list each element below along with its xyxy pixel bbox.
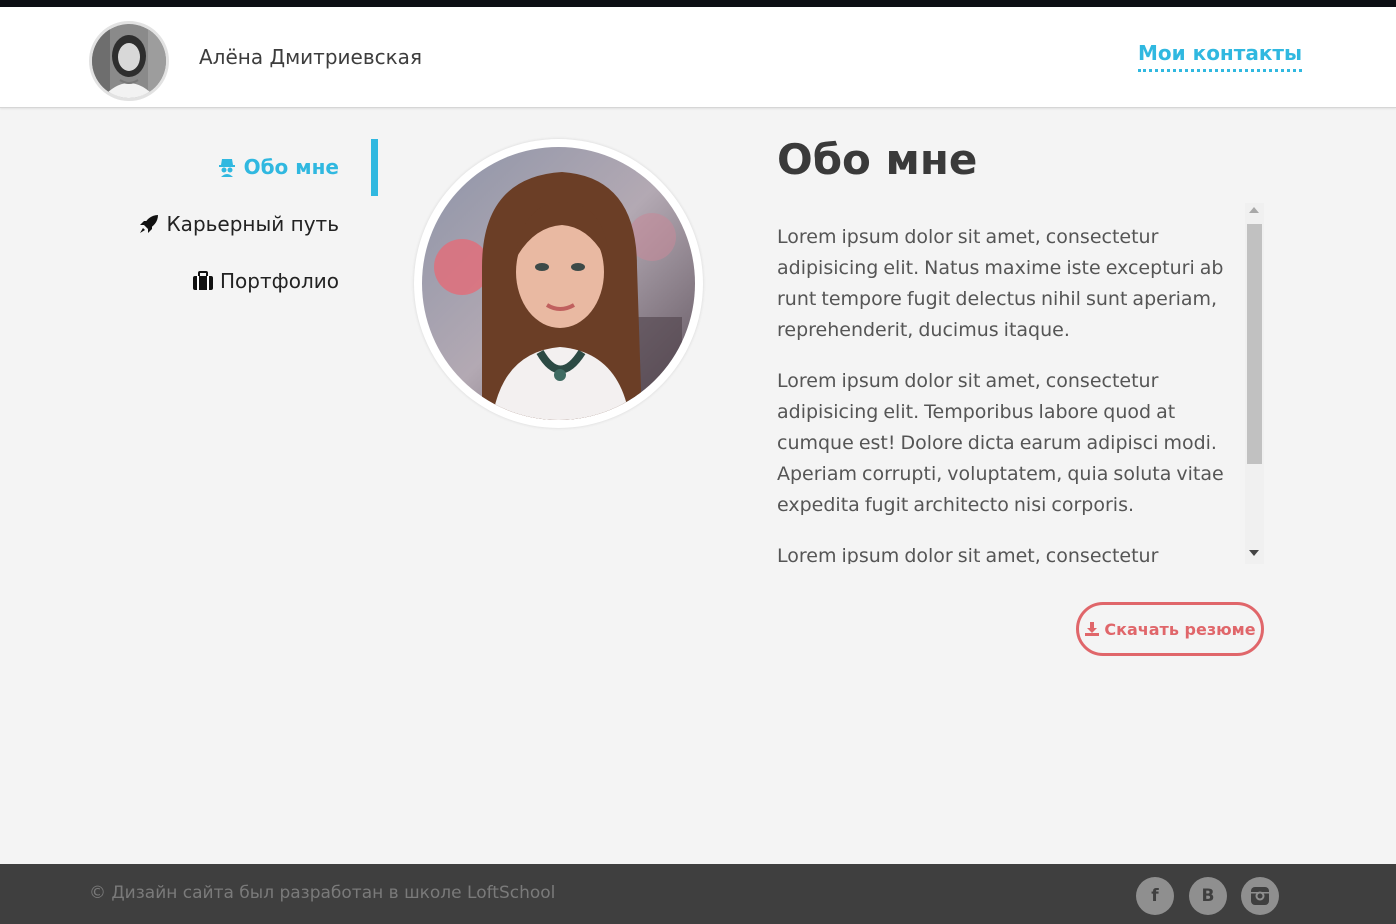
nav-item-career[interactable]: Карьерный путь	[138, 195, 339, 252]
instagram-icon[interactable]	[1241, 877, 1279, 915]
scroll-down-arrow-icon[interactable]	[1249, 550, 1259, 556]
scroll-up-arrow-icon[interactable]	[1249, 207, 1259, 213]
about-paragraph: Lorem ipsum dolor sit amet, consectetur …	[777, 226, 1224, 341]
nav-item-portfolio[interactable]: Портфолио	[192, 252, 339, 309]
copyright-text: © Дизайн сайта был разработан в школе Lo…	[89, 883, 556, 903]
text-scrollbar[interactable]	[1245, 203, 1264, 564]
active-nav-indicator	[371, 139, 378, 196]
my-contacts-link[interactable]: Мои контакты	[1138, 41, 1303, 72]
nav-item-label: Обо мне	[243, 154, 339, 179]
briefcase-icon	[192, 270, 214, 292]
profile-photo	[414, 139, 703, 428]
rocket-icon	[138, 213, 160, 235]
avatar[interactable]	[89, 21, 169, 101]
site-footer: © Дизайн сайта был разработан в школе Lo…	[0, 864, 1396, 924]
about-text[interactable]: Lorem ipsum dolor sit amet, consectetur …	[777, 222, 1247, 564]
scroll-thumb[interactable]	[1247, 224, 1262, 464]
nav-item-label: Портфолио	[220, 268, 339, 293]
about-paragraph: Lorem ipsum dolor sit amet, consectetur …	[777, 370, 1224, 516]
nav-item-label: Карьерный путь	[166, 211, 339, 236]
download-icon	[1084, 621, 1100, 637]
vk-icon[interactable]: B	[1189, 877, 1227, 915]
facebook-icon[interactable]: f	[1136, 877, 1174, 915]
user-name: Алёна Дмитриевская	[199, 45, 422, 69]
page-title: Обо мне	[777, 135, 978, 184]
about-paragraph: Lorem ipsum dolor sit amet, consectetur …	[777, 545, 1159, 564]
download-resume-button[interactable]: Скачать резюме	[1076, 602, 1264, 656]
nav-item-about[interactable]: Обо мне	[216, 138, 339, 195]
top-strip	[0, 0, 1396, 7]
download-resume-label: Скачать резюме	[1104, 619, 1256, 639]
spy-icon	[216, 156, 238, 178]
site-header: Алёна Дмитриевская Мои контакты	[0, 7, 1396, 108]
